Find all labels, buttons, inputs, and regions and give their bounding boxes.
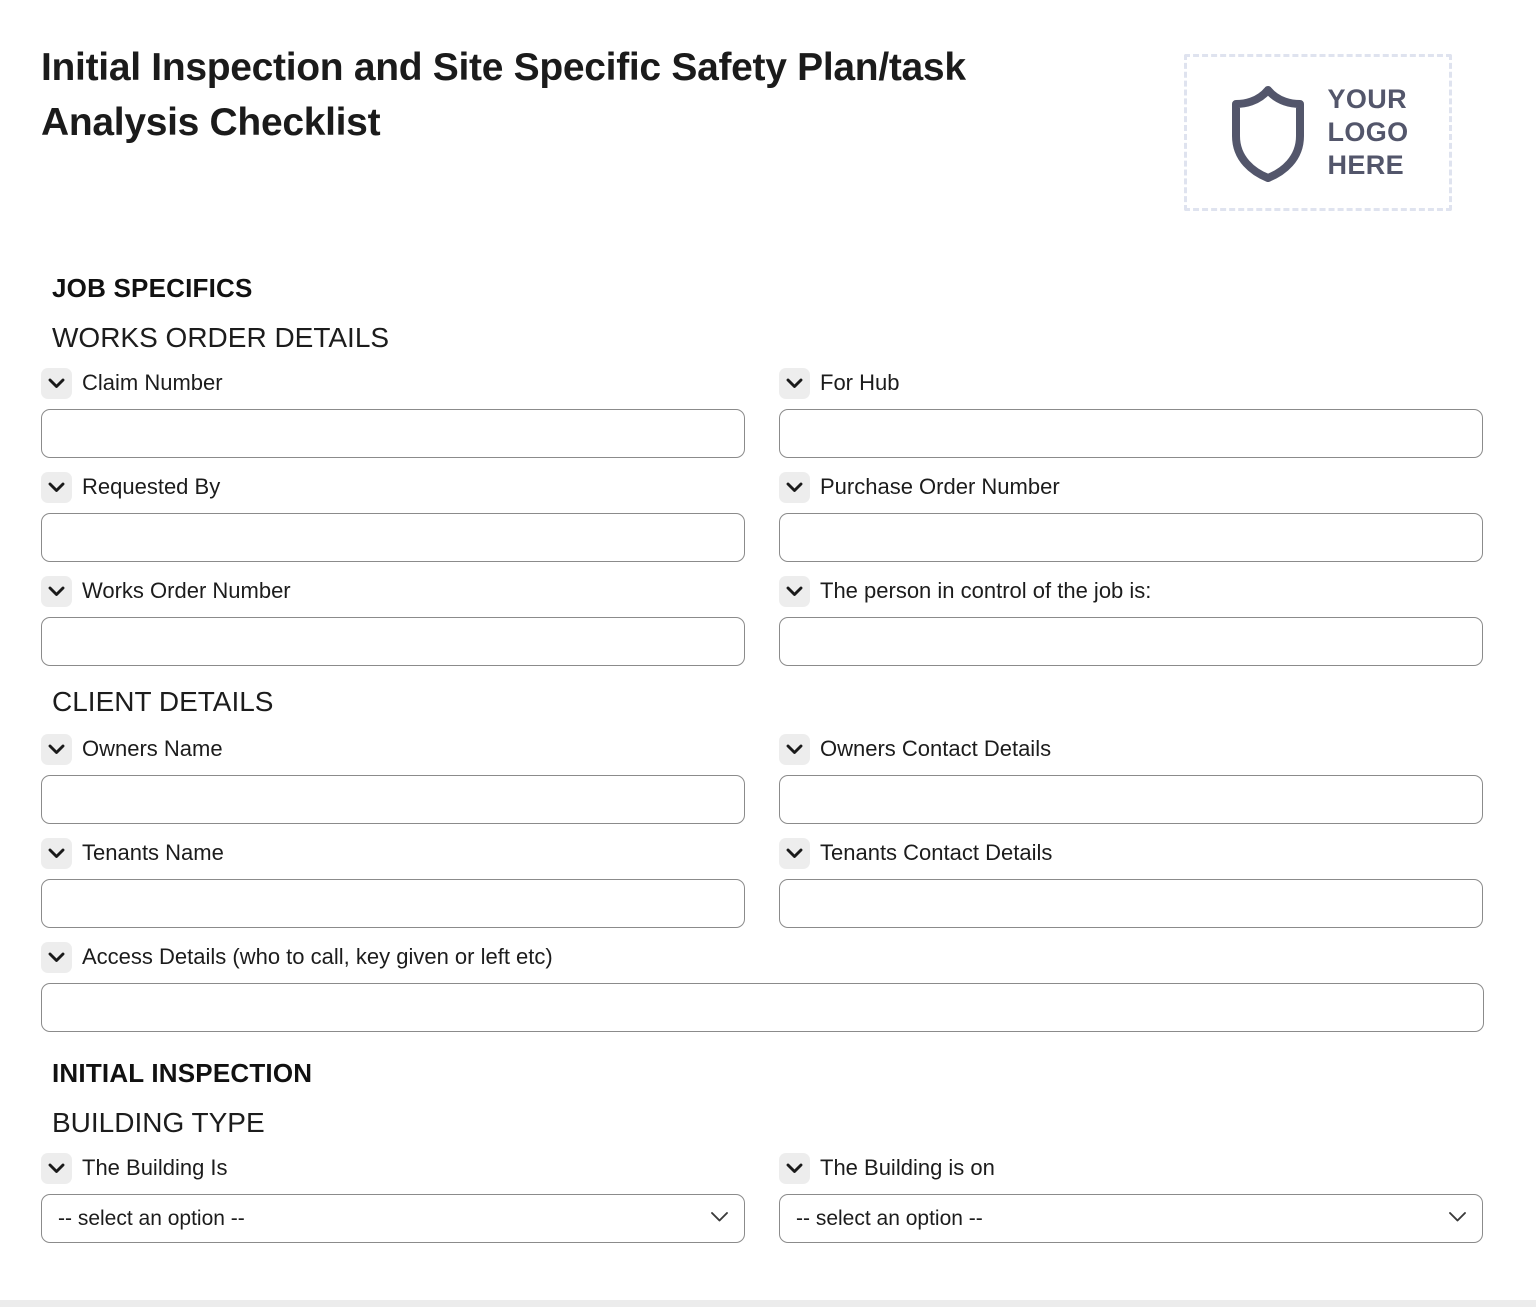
field-label-row: Works Order Number (41, 574, 745, 608)
form-page: Initial Inspection and Site Specific Saf… (0, 0, 1536, 1300)
building-is-on-select-wrap: -- select an option -- (779, 1194, 1483, 1243)
field-label-tenants-name: Tenants Name (82, 840, 224, 865)
field-label-person-in-control: The person in control of the job is: (820, 578, 1152, 603)
field-group-tenants-name: Tenants Name (41, 836, 745, 928)
building-is-selected-value: -- select an option -- (58, 1206, 245, 1230)
chevron-down-icon[interactable] (779, 471, 810, 503)
chevron-down-icon[interactable] (779, 575, 810, 607)
field-row: Owners Name Owners Contact Details (41, 732, 1495, 824)
building-is-select[interactable]: -- select an option -- (41, 1194, 745, 1243)
chevron-down-icon[interactable] (41, 837, 72, 869)
section-heading-job-specifics: JOB SPECIFICS (52, 273, 253, 303)
field-row: Works Order Number The person in control… (41, 574, 1495, 666)
field-label-row: Claim Number (41, 366, 745, 400)
field-label-works-order-number: Works Order Number (82, 578, 291, 603)
tenants-name-input[interactable] (41, 879, 745, 928)
logo-text-line3: HERE (1327, 149, 1405, 180)
field-group-for-hub: For Hub (779, 366, 1483, 458)
field-label-tenants-contact-details: Tenants Contact Details (820, 840, 1053, 865)
works-order-number-input[interactable] (41, 617, 745, 666)
chevron-down-icon[interactable] (41, 471, 72, 503)
logo-text-line2: LOGO (1327, 117, 1409, 148)
field-label-owners-contact-details: Owners Contact Details (820, 736, 1052, 761)
field-label-row: Owners Contact Details (779, 732, 1483, 766)
field-group-claim-number: Claim Number (41, 366, 745, 458)
field-label-row: For Hub (779, 366, 1483, 400)
chevron-down-icon[interactable] (779, 733, 810, 765)
document-header: Initial Inspection and Site Specific Saf… (41, 0, 1495, 211)
logo-text-line1: YOUR (1327, 84, 1408, 115)
chevron-down-icon[interactable] (779, 1152, 810, 1184)
field-label-requested-by: Requested By (82, 474, 221, 499)
field-row: Access Details (who to call, key given o… (41, 940, 1495, 1032)
page-title: Initial Inspection and Site Specific Saf… (41, 46, 966, 145)
field-group-purchase-order-number: Purchase Order Number (779, 470, 1483, 562)
building-is-on-selected-value: -- select an option -- (796, 1206, 983, 1230)
field-group-owners-name: Owners Name (41, 732, 745, 824)
field-group-person-in-control: The person in control of the job is: (779, 574, 1483, 666)
field-row: Tenants Name Tenants Contact Details (41, 836, 1495, 928)
page-bottom-edge (0, 1300, 1536, 1307)
requested-by-input[interactable] (41, 513, 745, 562)
field-label-row: Access Details (who to call, key given o… (41, 940, 1484, 974)
field-label-for-hub: For Hub (820, 370, 900, 395)
field-row: Claim Number For Hub (41, 366, 1495, 458)
tenants-contact-details-input[interactable] (779, 879, 1483, 928)
chevron-down-icon[interactable] (779, 367, 810, 399)
field-label-row: Owners Name (41, 732, 745, 766)
section-heading-building-type: BUILDING TYPE (52, 1107, 265, 1138)
logo-text: YOUR LOGO HERE (1327, 83, 1408, 182)
building-is-on-select[interactable]: -- select an option -- (779, 1194, 1483, 1243)
field-row: The Building Is -- select an option -- T… (41, 1151, 1495, 1243)
field-label-row: The Building Is (41, 1151, 745, 1185)
field-label-claim-number: Claim Number (82, 370, 223, 395)
field-label-building-is-on: The Building is on (820, 1155, 995, 1180)
person-in-control-input[interactable] (779, 617, 1483, 666)
field-label-purchase-order-number: Purchase Order Number (820, 474, 1060, 499)
chevron-down-icon[interactable] (779, 837, 810, 869)
field-label-row: Requested By (41, 470, 745, 504)
owners-contact-details-input[interactable] (779, 775, 1483, 824)
field-group-owners-contact-details: Owners Contact Details (779, 732, 1483, 824)
field-label-building-is: The Building Is (82, 1155, 228, 1180)
field-group-requested-by: Requested By (41, 470, 745, 562)
for-hub-input[interactable] (779, 409, 1483, 458)
field-label-row: Tenants Contact Details (779, 836, 1483, 870)
field-group-works-order-number: Works Order Number (41, 574, 745, 666)
shield-icon (1227, 83, 1309, 183)
chevron-down-icon[interactable] (41, 1152, 72, 1184)
section-heading-works-order-details: WORKS ORDER DETAILS (52, 322, 390, 353)
purchase-order-number-input[interactable] (779, 513, 1483, 562)
field-label-row: Purchase Order Number (779, 470, 1483, 504)
field-label-access-details: Access Details (who to call, key given o… (82, 944, 553, 969)
claim-number-input[interactable] (41, 409, 745, 458)
field-label-row: Tenants Name (41, 836, 745, 870)
field-group-building-is-on: The Building is on -- select an option -… (779, 1151, 1483, 1243)
field-label-row: The Building is on (779, 1151, 1483, 1185)
field-group-access-details: Access Details (who to call, key given o… (41, 940, 1484, 1032)
section-heading-client-details: CLIENT DETAILS (52, 686, 274, 717)
section-heading-initial-inspection: INITIAL INSPECTION (52, 1058, 313, 1088)
field-label-row: The person in control of the job is: (779, 574, 1483, 608)
field-label-owners-name: Owners Name (82, 736, 223, 761)
chevron-down-icon[interactable] (41, 941, 72, 973)
access-details-input[interactable] (41, 983, 1484, 1032)
chevron-down-icon[interactable] (41, 367, 72, 399)
building-is-select-wrap: -- select an option -- (41, 1194, 745, 1243)
chevron-down-icon[interactable] (41, 733, 72, 765)
field-row: Requested By Purchase Order Number (41, 470, 1495, 562)
owners-name-input[interactable] (41, 775, 745, 824)
field-group-tenants-contact-details: Tenants Contact Details (779, 836, 1483, 928)
field-group-building-is: The Building Is -- select an option -- (41, 1151, 745, 1243)
logo-placeholder: YOUR LOGO HERE (1184, 54, 1452, 211)
chevron-down-icon[interactable] (41, 575, 72, 607)
